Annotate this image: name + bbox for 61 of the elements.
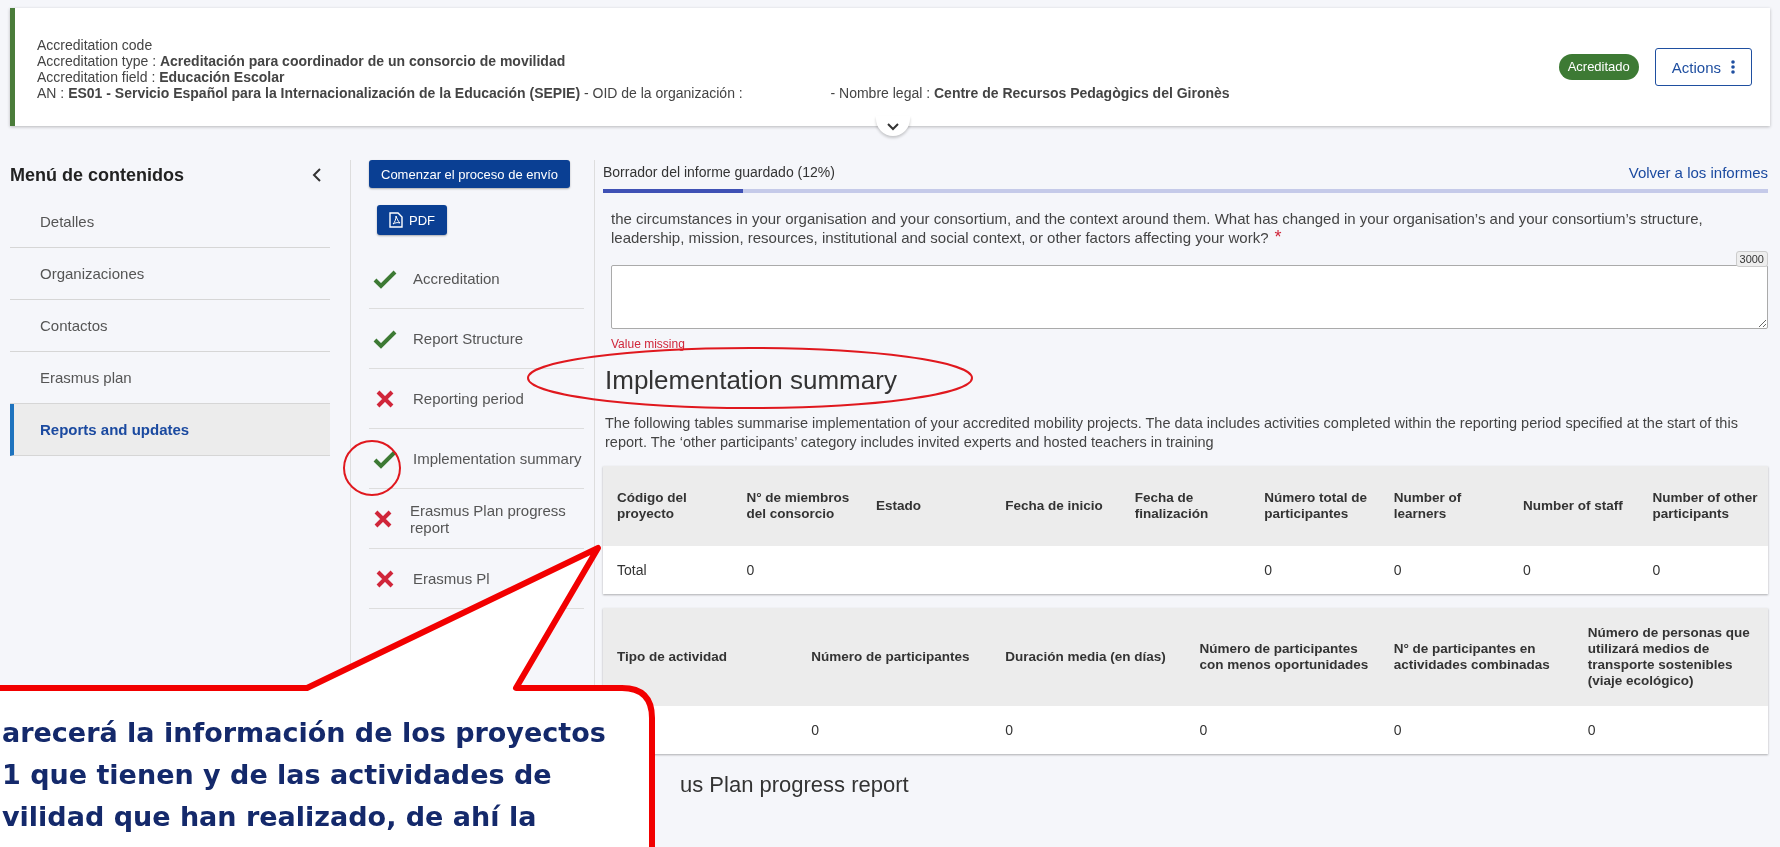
step-link[interactable]: Implementation summary — [413, 450, 582, 467]
column-header: Número de participantes con menos oportunidades — [1185, 608, 1380, 706]
sidebar-item[interactable]: Organizaciones — [10, 248, 330, 300]
annotation-ellipse — [343, 440, 401, 496]
section-title: us Plan progress report — [680, 772, 910, 798]
table-cell: 0 — [1509, 546, 1639, 594]
step-link[interactable]: Erasmus Pl — [413, 570, 490, 587]
pdf-icon — [389, 212, 403, 228]
column-header: Fecha de finalización — [1120, 466, 1251, 546]
table-cell: Total — [603, 546, 733, 594]
column-header: Number of staff — [1509, 466, 1639, 546]
sidebar-item[interactable]: Detalles — [10, 196, 330, 248]
submit-button[interactable]: Comenzar el proceso de envío — [369, 160, 571, 188]
column-header: Número total de participantes — [1250, 466, 1380, 546]
accreditation-info: Accreditation code — [37, 37, 154, 53]
table-cell: 0 — [732, 546, 862, 594]
table-cell: 0 — [1250, 546, 1380, 594]
step-link[interactable]: Accreditation — [413, 270, 500, 287]
chevron-down-icon — [885, 121, 900, 131]
column-header: Fecha de inicio — [991, 466, 1121, 546]
step-link[interactable]: Report Structure — [413, 330, 524, 347]
back-link[interactable]: Volver a los informes — [1628, 163, 1768, 181]
table-cell: 0 — [797, 706, 992, 754]
section-title: Implementation summary — [605, 365, 898, 396]
column-header: N° de miembros del consorcio — [732, 466, 862, 546]
column-header: Tipo de actividad — [603, 608, 798, 706]
collapse-icon[interactable] — [312, 168, 322, 182]
column-header: Estado — [861, 466, 992, 546]
column-header: Número de personas que utilizará medios de transporte sostenibles (viaje ecológico) — [1573, 608, 1768, 706]
callout-text: arecerá la información de los proyectos 1 que tienen y de las actividades de vilidad que han realizado, de ahí la — [2, 716, 606, 834]
answer-field[interactable] — [611, 265, 1768, 329]
column-header: Número de participantes — [797, 608, 992, 706]
table-cell: 0 — [1573, 706, 1768, 754]
error-message: Value missing — [611, 337, 686, 351]
accreditation-info: AN : ES01 - Servicio Español para la Internacionalización de la Educación (SEPIE) - OID de la organización : - Nombre legal : Centre de Recursos Pedagògics del Gironès — [37, 85, 1231, 101]
status-badge: Acreditado — [1558, 54, 1639, 80]
actions-button[interactable]: Actions — [1654, 48, 1752, 86]
step-link[interactable]: Erasmus Plan progress report — [409, 501, 584, 536]
column-header: Código del proyecto — [603, 466, 733, 546]
step-link[interactable]: Reporting period — [413, 390, 524, 407]
pdf-button[interactable]: PDF — [377, 205, 447, 235]
section-intro: The following tables summarise implementation of your accredited mobility projects. The data includes activities completed within the reporting period specified at the start of this report. The ‘other participants’ category includes invited experts and hosted teachers in training — [605, 414, 1739, 452]
column-header: Number of other participants — [1638, 466, 1768, 546]
table-cell: 0 — [1379, 546, 1510, 594]
more-icon — [1731, 60, 1735, 74]
column-header: N° de participantes en actividades combinadas — [1379, 608, 1574, 706]
sidebar-item[interactable]: Contactos — [10, 300, 330, 352]
table-cell: 0 — [991, 706, 1186, 754]
column-header: Duración media (en días) — [991, 608, 1186, 706]
table-cell: 0 — [1185, 706, 1380, 754]
table-cell: 0 — [1379, 706, 1574, 754]
character-counter: 3000 — [1735, 251, 1768, 267]
expand-button[interactable] — [875, 116, 910, 136]
question-text: the circumstances in your organisation and your consortium, and the context around them. What has changed in your organisation’s and your consortium’s structure, leadership, mission, resources, institutional and social context, or other factors affecting your work? * — [611, 209, 1704, 247]
table-cell: 0 — [1638, 546, 1768, 594]
accreditation-info: Accreditation field : Educación Escolar — [37, 69, 286, 85]
column-header: Number of learners — [1379, 466, 1510, 546]
accreditation-info: Accreditation type : Acreditación para coordinador de un consorcio de movilidad — [37, 53, 567, 69]
sidebar-title: Menú de contenidos — [10, 164, 184, 186]
sidebar-item[interactable]: Reports and updates — [10, 404, 330, 456]
progress-label: Borrador del informe guardado (12%) — [603, 164, 835, 180]
